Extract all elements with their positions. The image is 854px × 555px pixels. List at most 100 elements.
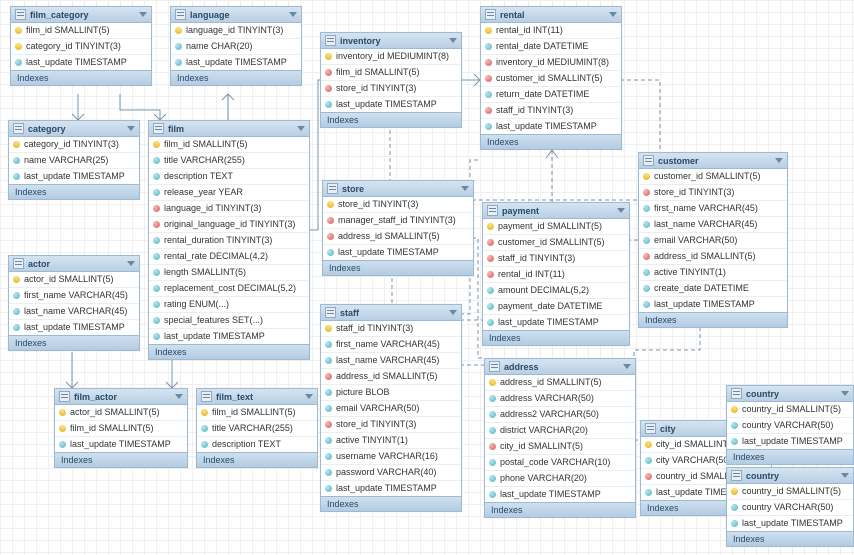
entity-header[interactable]: film_text [197,389,317,405]
collapse-icon[interactable] [609,12,617,17]
column-row[interactable]: film_id SMALLINT(5) [55,421,187,437]
column-row[interactable]: email VARCHAR(50) [639,233,787,249]
column-row[interactable]: picture BLOB [321,385,461,401]
entity-film_text[interactable]: film_textfilm_id SMALLINT(5)title VARCHA… [196,388,318,468]
column-row[interactable]: last_update TIMESTAMP [481,119,621,134]
column-row[interactable]: actor_id SMALLINT(5) [55,405,187,421]
indexes-section[interactable]: Indexes [9,184,139,199]
column-row[interactable]: staff_id TINYINT(3) [321,321,461,337]
column-row[interactable]: film_id SMALLINT(5) [197,405,317,421]
column-row[interactable]: last_update TIMESTAMP [55,437,187,452]
entity-header[interactable]: film [149,121,309,137]
entity-address[interactable]: addressaddress_id SMALLINT(5)address VAR… [484,358,636,518]
collapse-icon[interactable] [305,394,313,399]
column-row[interactable]: address_id SMALLINT(5) [485,375,635,391]
column-row[interactable]: country_id SMALLINT(5) [727,484,853,500]
column-row[interactable]: language_id TINYINT(3) [149,201,309,217]
column-row[interactable]: last_update TIMESTAMP [149,329,309,344]
entity-inventory[interactable]: inventoryinventory_id MEDIUMINT(8)film_i… [320,32,462,128]
indexes-section[interactable]: Indexes [321,496,461,511]
column-row[interactable]: phone VARCHAR(20) [485,471,635,487]
collapse-icon[interactable] [297,126,305,131]
column-row[interactable]: name VARCHAR(25) [9,153,139,169]
entity-film[interactable]: filmfilm_id SMALLINT(5)title VARCHAR(255… [148,120,310,360]
column-row[interactable]: payment_date DATETIME [483,299,629,315]
column-row[interactable]: district VARCHAR(20) [485,423,635,439]
indexes-section[interactable]: Indexes [9,335,139,350]
indexes-section[interactable]: Indexes [171,70,301,85]
entity-payment[interactable]: paymentpayment_id SMALLINT(5)customer_id… [482,202,630,346]
entity-header[interactable]: staff [321,305,461,321]
collapse-icon[interactable] [617,208,625,213]
entity-actor[interactable]: actoractor_id SMALLINT(5)first_name VARC… [8,255,140,351]
column-row[interactable]: address VARCHAR(50) [485,391,635,407]
column-row[interactable]: postal_code VARCHAR(10) [485,455,635,471]
column-row[interactable]: address_id SMALLINT(5) [321,369,461,385]
column-row[interactable]: last_update TIMESTAMP [9,169,139,184]
indexes-section[interactable]: Indexes [321,112,461,127]
column-row[interactable]: amount DECIMAL(5,2) [483,283,629,299]
column-row[interactable]: username VARCHAR(16) [321,449,461,465]
entity-header[interactable]: film_actor [55,389,187,405]
indexes-section[interactable]: Indexes [727,449,853,464]
column-row[interactable]: rental_rate DECIMAL(4,2) [149,249,309,265]
collapse-icon[interactable] [127,261,135,266]
entity-header[interactable]: address [485,359,635,375]
column-row[interactable]: length SMALLINT(5) [149,265,309,281]
collapse-icon[interactable] [139,12,147,17]
column-row[interactable]: last_update TIMESTAMP [485,487,635,502]
entity-category[interactable]: categorycategory_id TINYINT(3)name VARCH… [8,120,140,200]
column-row[interactable]: inventory_id MEDIUMINT(8) [321,49,461,65]
column-row[interactable]: last_update TIMESTAMP [11,55,151,70]
column-row[interactable]: payment_id SMALLINT(5) [483,219,629,235]
collapse-icon[interactable] [175,394,183,399]
column-row[interactable]: original_language_id TINYINT(3) [149,217,309,233]
column-row[interactable]: last_update TIMESTAMP [727,434,853,449]
entity-header[interactable]: inventory [321,33,461,49]
indexes-section[interactable]: Indexes [149,344,309,359]
indexes-section[interactable]: Indexes [483,330,629,345]
entity-header[interactable]: film_category [11,7,151,23]
column-row[interactable]: rental_duration TINYINT(3) [149,233,309,249]
column-row[interactable]: create_date DATETIME [639,281,787,297]
column-row[interactable]: title VARCHAR(255) [149,153,309,169]
column-row[interactable]: last_update TIMESTAMP [321,97,461,112]
collapse-icon[interactable] [775,158,783,163]
entity-film_actor[interactable]: film_actoractor_id SMALLINT(5)film_id SM… [54,388,188,468]
column-row[interactable]: first_name VARCHAR(45) [321,337,461,353]
column-row[interactable]: customer_id SMALLINT(5) [483,235,629,251]
column-row[interactable]: title VARCHAR(255) [197,421,317,437]
column-row[interactable]: last_update TIMESTAMP [321,481,461,496]
column-row[interactable]: inventory_id MEDIUMINT(8) [481,55,621,71]
column-row[interactable]: description TEXT [197,437,317,452]
column-row[interactable]: rating ENUM(...) [149,297,309,313]
entity-header[interactable]: category [9,121,139,137]
entity-customer[interactable]: customercustomer_id SMALLINT(5)store_id … [638,152,788,328]
column-row[interactable]: address_id SMALLINT(5) [323,229,473,245]
column-row[interactable]: film_id SMALLINT(5) [321,65,461,81]
column-row[interactable]: last_update TIMESTAMP [483,315,629,330]
column-row[interactable]: film_id SMALLINT(5) [11,23,151,39]
column-row[interactable]: customer_id SMALLINT(5) [639,169,787,185]
entity-header[interactable]: actor [9,256,139,272]
column-row[interactable]: first_name VARCHAR(45) [639,201,787,217]
entity-language[interactable]: languagelanguage_id TINYINT(3)name CHAR(… [170,6,302,86]
indexes-section[interactable]: Indexes [485,502,635,517]
indexes-section[interactable]: Indexes [481,134,621,149]
column-row[interactable]: last_name VARCHAR(45) [639,217,787,233]
entity-country[interactable]: countrycountry_id SMALLINT(5)country VAR… [726,385,854,465]
column-row[interactable]: store_id TINYINT(3) [323,197,473,213]
indexes-section[interactable]: Indexes [727,531,853,546]
entity-film_category[interactable]: film_categoryfilm_id SMALLINT(5)category… [10,6,152,86]
entity-header[interactable]: country [727,468,853,484]
column-row[interactable]: replacement_cost DECIMAL(5,2) [149,281,309,297]
column-row[interactable]: rental_id INT(11) [483,267,629,283]
indexes-section[interactable]: Indexes [323,260,473,275]
collapse-icon[interactable] [841,391,849,396]
column-row[interactable]: category_id TINYINT(3) [9,137,139,153]
column-row[interactable]: film_id SMALLINT(5) [149,137,309,153]
column-row[interactable]: last_update TIMESTAMP [639,297,787,312]
column-row[interactable]: special_features SET(...) [149,313,309,329]
column-row[interactable]: country VARCHAR(50) [727,418,853,434]
indexes-section[interactable]: Indexes [197,452,317,467]
